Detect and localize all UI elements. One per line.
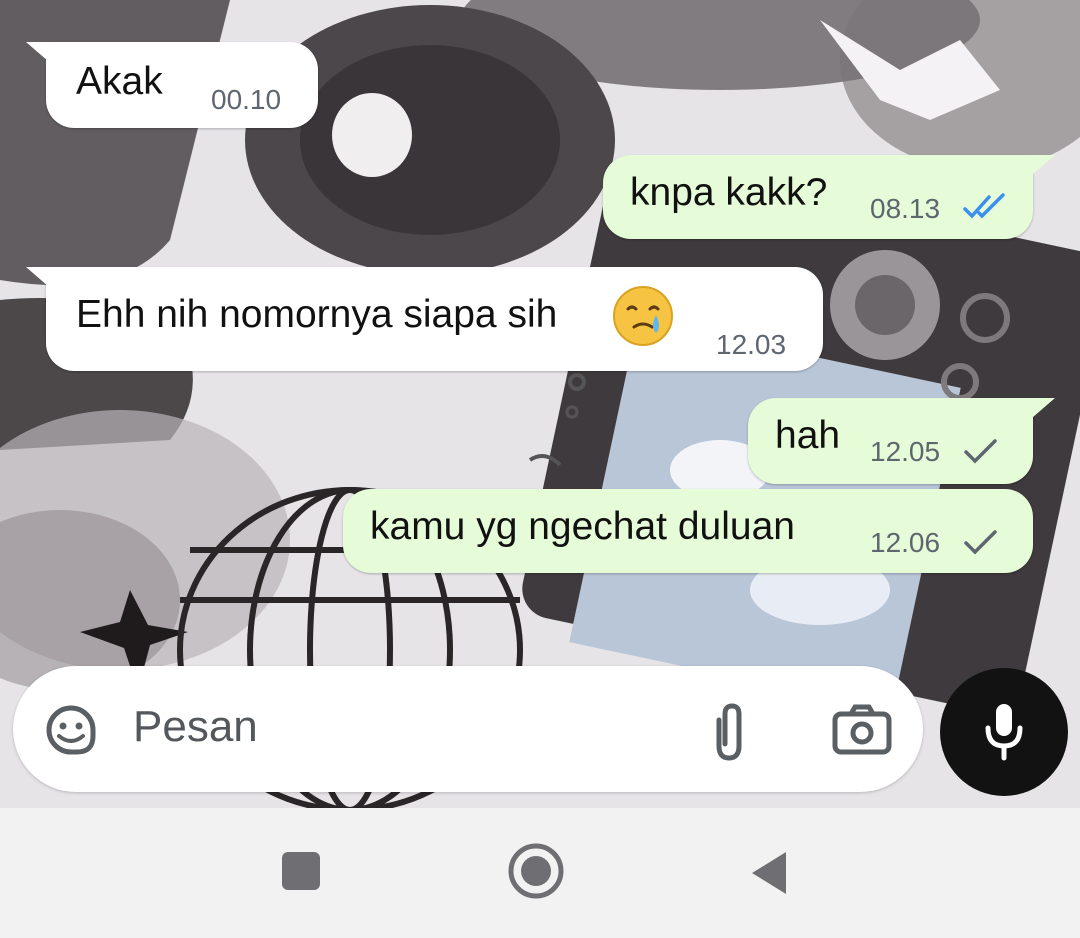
- camera-icon[interactable]: [831, 704, 893, 756]
- message-text: knpa kakk?: [630, 171, 828, 214]
- bubble-tail: [1025, 155, 1055, 181]
- message-bubble-outgoing[interactable]: kamu yg ngechat duluan 12.06: [343, 489, 1033, 573]
- double-check-read-icon: [963, 193, 1005, 219]
- message-input-placeholder[interactable]: Pesan: [133, 702, 258, 752]
- message-bubble-outgoing[interactable]: knpa kakk? 08.13: [603, 155, 1033, 239]
- message-text: hah: [775, 414, 841, 457]
- message-composer[interactable]: Pesan: [13, 666, 923, 792]
- voice-record-button[interactable]: [940, 668, 1068, 796]
- sticker-icon[interactable]: [43, 702, 99, 758]
- message-bubble-incoming[interactable]: Ehh nih nomornya siapa sih 12.03: [46, 267, 823, 371]
- check-sent-icon: [964, 439, 997, 464]
- message-time: 12.06: [870, 527, 941, 558]
- mic-icon: [985, 704, 1023, 761]
- message-text: Ehh nih nomornya siapa sih: [76, 293, 558, 336]
- message-bubble-incoming[interactable]: Akak 00.10: [46, 42, 318, 128]
- check-sent-icon: [964, 530, 997, 555]
- message-time: 08.13: [870, 193, 941, 224]
- bubble-tail: [1025, 398, 1055, 424]
- message-time: 12.03: [716, 329, 787, 360]
- crying-face-emoji-icon: [613, 286, 673, 346]
- message-time: 00.10: [211, 84, 282, 115]
- bubble-tail: [26, 42, 56, 68]
- recents-icon[interactable]: [280, 850, 322, 892]
- chat-area[interactable]: Akak 00.10 knpa kakk? 08.13 Ehh nih nomo…: [0, 0, 1080, 808]
- message-time: 12.05: [870, 436, 941, 467]
- attach-icon[interactable]: [705, 700, 753, 764]
- back-icon[interactable]: [748, 850, 790, 896]
- message-bubble-outgoing[interactable]: hah 12.05: [748, 398, 1033, 484]
- message-text: Akak: [76, 60, 163, 103]
- system-navigation-bar: [0, 808, 1080, 938]
- bubble-tail: [26, 267, 56, 293]
- home-icon[interactable]: [507, 842, 565, 900]
- message-text: kamu yg ngechat duluan: [370, 505, 795, 548]
